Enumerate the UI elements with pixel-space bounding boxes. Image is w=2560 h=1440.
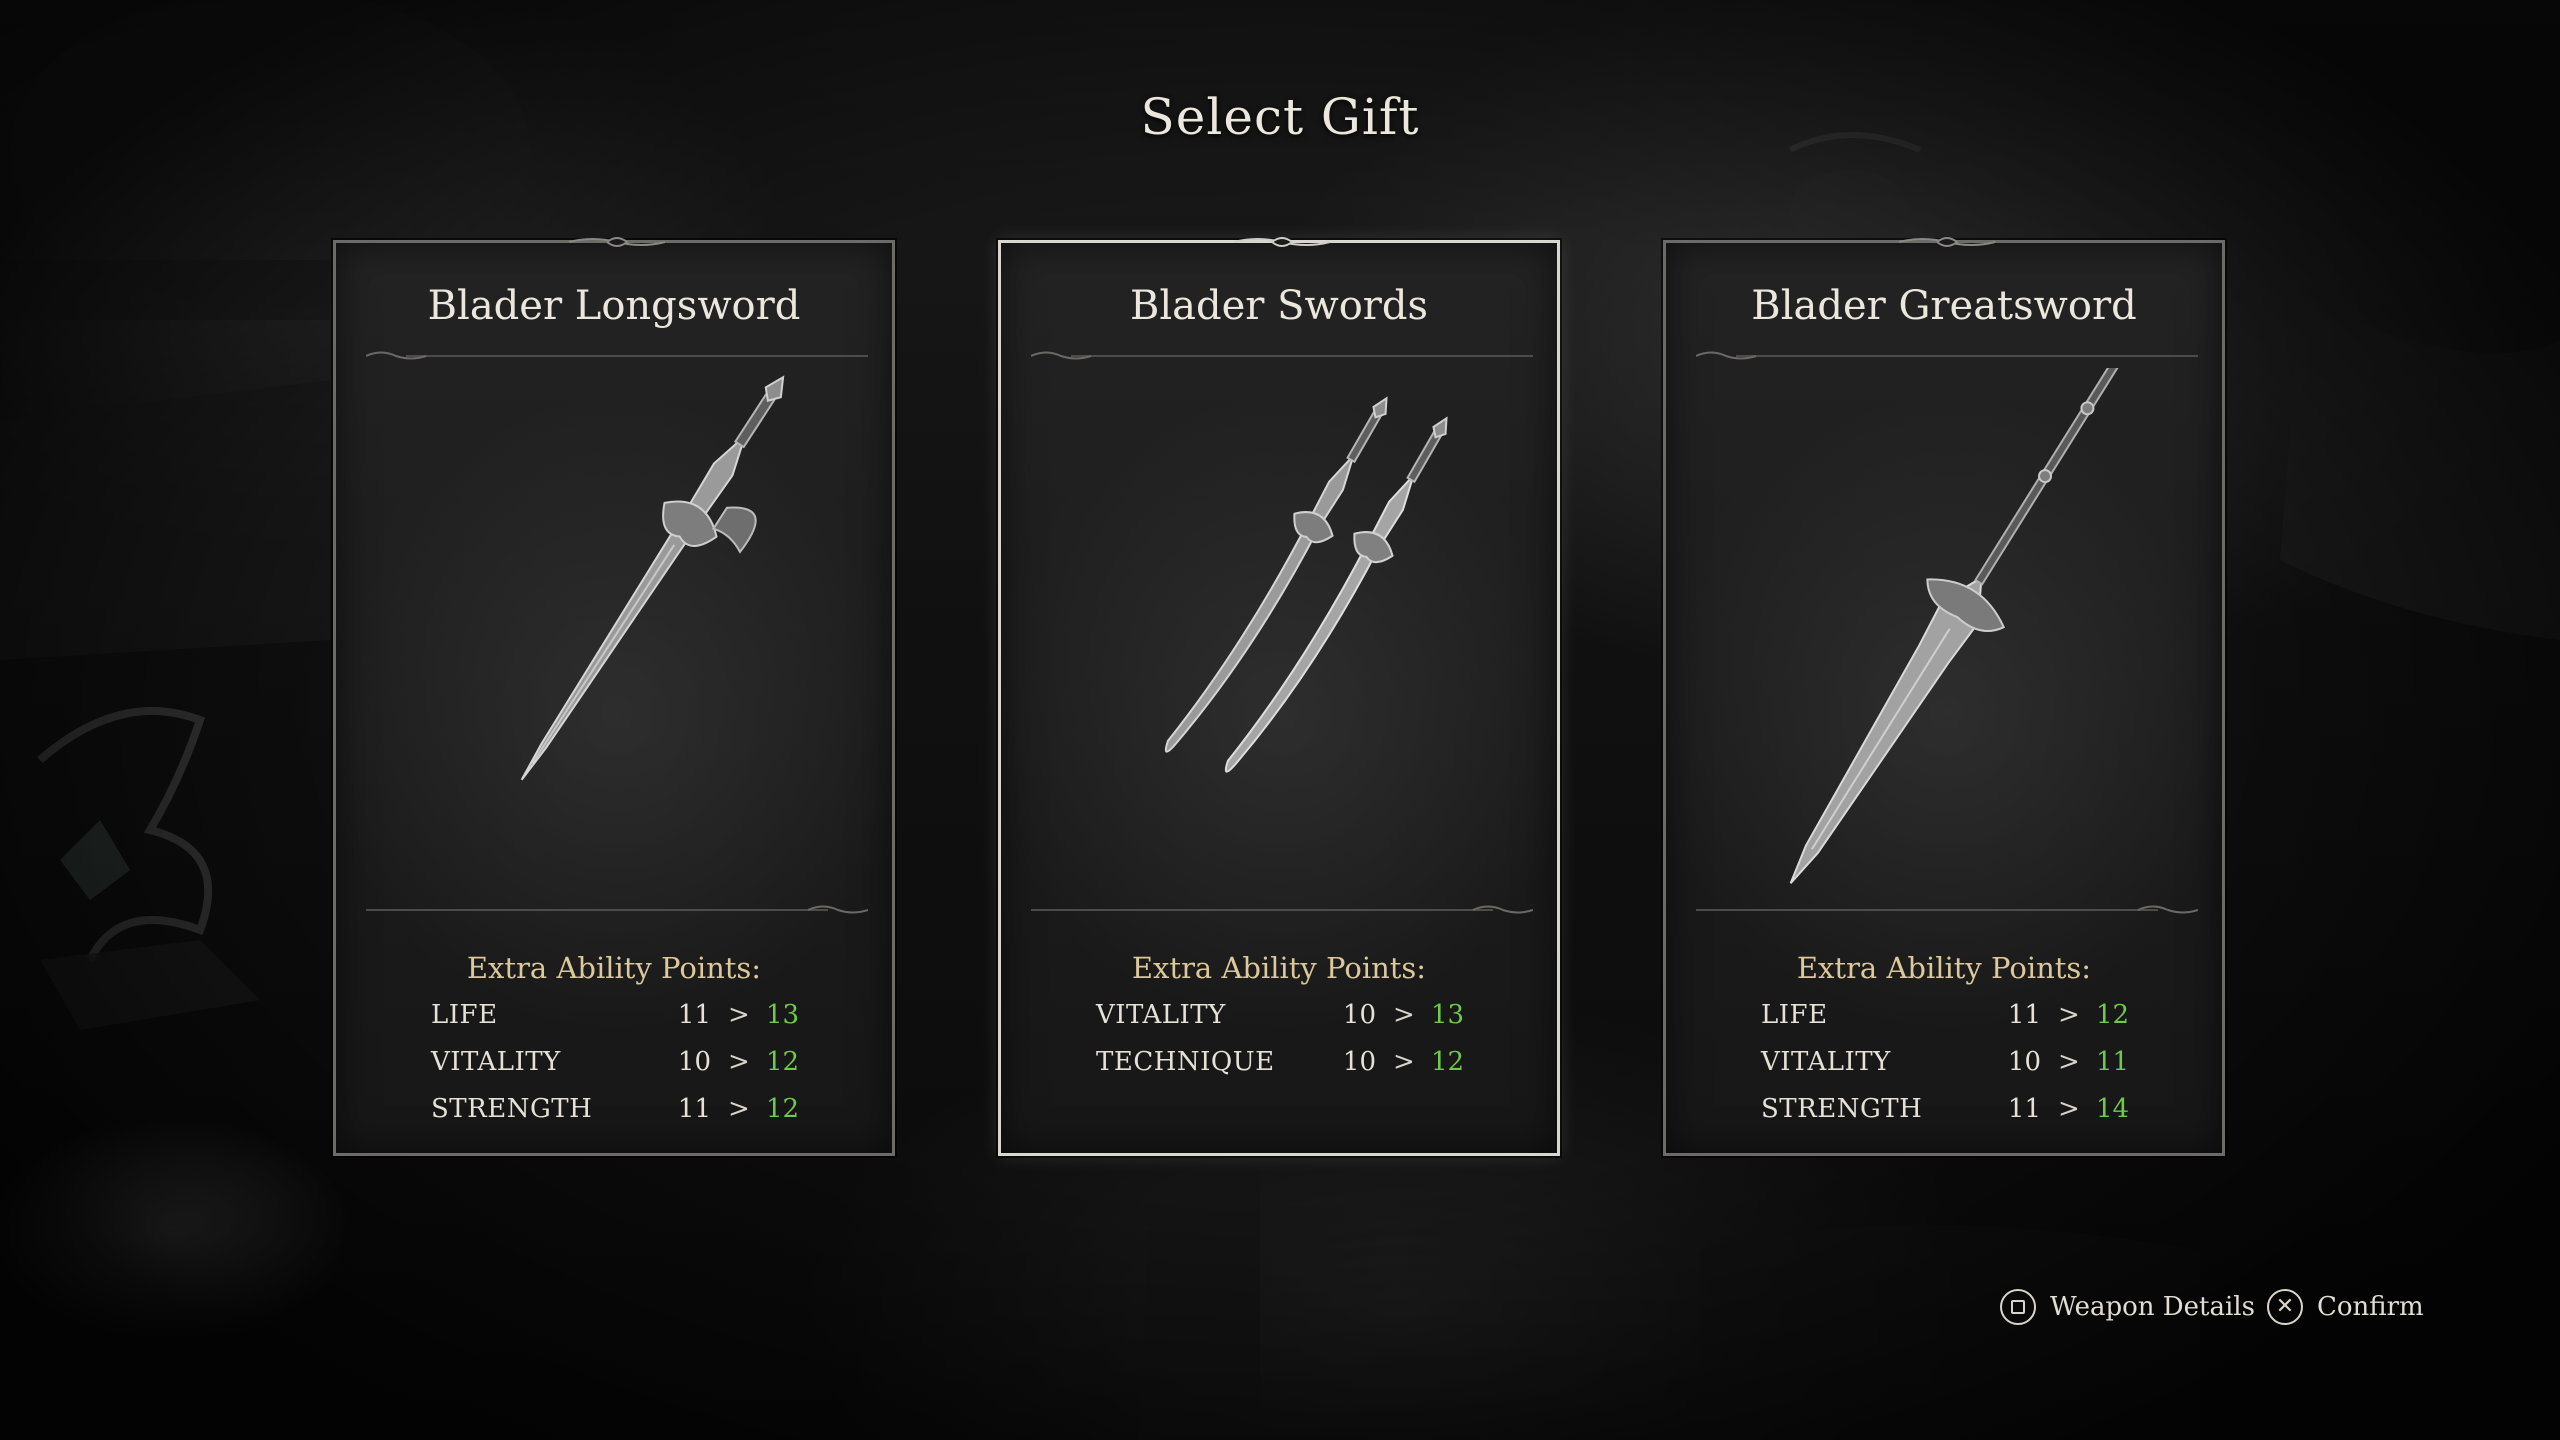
- stat-label: TECHNIQUE: [1096, 1047, 1275, 1077]
- stat-current-value: 10: [1342, 1000, 1376, 1030]
- button-prompts: Weapon Details ✕ Confirm: [2000, 1285, 2436, 1329]
- stat-current-value: 11: [677, 1094, 711, 1124]
- stat-current-value: 10: [1342, 1047, 1376, 1077]
- stat-label: VITALITY: [431, 1047, 561, 1077]
- divider-ornament: [1696, 351, 2198, 360]
- screen-title: Select Gift: [1140, 88, 1420, 146]
- stat-new-value: 12: [2096, 1000, 2130, 1030]
- divider-ornament: [1696, 905, 2198, 914]
- divider-ornament: [366, 905, 868, 914]
- stat-new-value: 14: [2096, 1094, 2130, 1124]
- weapon-details-label: Weapon Details: [2050, 1292, 2255, 1322]
- extra-ability-points-header: Extra Ability Points:: [1796, 951, 2092, 985]
- stat-new-value: 12: [1431, 1047, 1465, 1077]
- stat-arrow: >: [1393, 1047, 1415, 1077]
- gift-card-blader-longsword[interactable]: Blader Longsword Extra Ability Points: L…: [333, 237, 895, 1156]
- stat-current-value: 10: [2007, 1047, 2041, 1077]
- stat-label: LIFE: [431, 1000, 498, 1030]
- confirm-label: Confirm: [2316, 1292, 2424, 1322]
- square-button-icon: [2000, 1289, 2036, 1325]
- greatsword-icon: [1789, 368, 2135, 884]
- stat-current-value: 11: [2007, 1000, 2041, 1030]
- stat-row-vitality: VITALITY 10 > 11: [1666, 1047, 2222, 1087]
- stat-arrow: >: [728, 1000, 750, 1030]
- weapon-details-prompt[interactable]: Weapon Details: [2000, 1289, 2255, 1325]
- cross-button-icon: ✕: [2266, 1289, 2303, 1325]
- extra-ability-points-header: Extra Ability Points:: [1131, 951, 1427, 985]
- stat-row-vitality: VITALITY 10 > 13: [1001, 1000, 1557, 1040]
- stat-row-strength: STRENGTH 11 > 14: [1666, 1094, 2222, 1134]
- dual-swords-icon: [1164, 396, 1448, 773]
- confirm-prompt[interactable]: ✕ Confirm: [2266, 1289, 2424, 1325]
- stat-label: STRENGTH: [1761, 1094, 1923, 1124]
- stat-row-life: LIFE 11 > 12: [1666, 1000, 2222, 1040]
- stat-new-value: 12: [766, 1047, 800, 1077]
- weapon-name: Blader Longsword: [427, 283, 801, 329]
- top-ornament-icon: [1898, 237, 1996, 247]
- divider-ornament: [1031, 905, 1533, 914]
- gift-card-blader-greatsword[interactable]: Blader Greatsword Extra Ability Points: …: [1663, 237, 2225, 1156]
- stat-label: VITALITY: [1761, 1047, 1891, 1077]
- stat-arrow: >: [728, 1094, 750, 1124]
- weapon-name: Blader Swords: [1129, 283, 1429, 329]
- stat-new-value: 13: [1431, 1000, 1465, 1030]
- stat-row-technique: TECHNIQUE 10 > 12: [1001, 1047, 1557, 1087]
- stat-current-value: 11: [2007, 1094, 2041, 1124]
- stat-row-vitality: VITALITY 10 > 12: [336, 1047, 892, 1087]
- divider-ornament: [1031, 351, 1533, 360]
- stat-new-value: 13: [766, 1000, 800, 1030]
- longsword-icon: [520, 375, 785, 781]
- gift-card-blader-swords[interactable]: Blader Swords Extra Ability Points: VITA…: [998, 237, 1560, 1156]
- divider-ornament: [366, 351, 868, 360]
- top-ornament-icon: [568, 237, 666, 247]
- stat-row-strength: STRENGTH 11 > 12: [336, 1094, 892, 1134]
- stat-label: LIFE: [1761, 1000, 1828, 1030]
- stat-new-value: 11: [2096, 1047, 2130, 1077]
- stat-label: VITALITY: [1096, 1000, 1226, 1030]
- stat-current-value: 11: [677, 1000, 711, 1030]
- stat-arrow: >: [1393, 1000, 1415, 1030]
- stat-arrow: >: [2058, 1000, 2080, 1030]
- stat-new-value: 12: [766, 1094, 800, 1124]
- extra-ability-points-header: Extra Ability Points:: [466, 951, 762, 985]
- stat-arrow: >: [2058, 1047, 2080, 1077]
- stat-current-value: 10: [677, 1047, 711, 1077]
- gift-selection-screen: Select Gift Blader Longsword Extra Abili…: [0, 0, 2560, 1440]
- stat-row-life: LIFE 11 > 13: [336, 1000, 892, 1040]
- weapon-name: Blader Greatsword: [1751, 283, 2137, 329]
- stat-arrow: >: [2058, 1094, 2080, 1124]
- top-ornament-icon: [1233, 237, 1331, 247]
- stat-label: STRENGTH: [431, 1094, 593, 1124]
- stat-arrow: >: [728, 1047, 750, 1077]
